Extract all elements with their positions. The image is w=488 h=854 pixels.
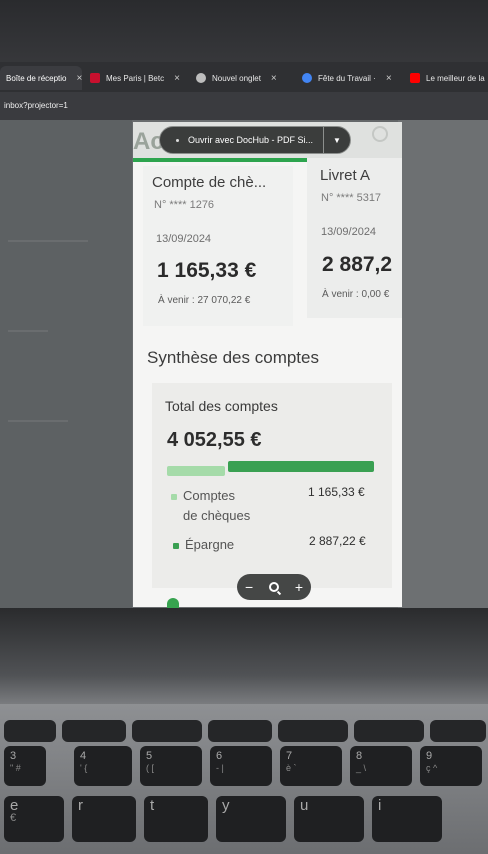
key-9[interactable]: 9 ç ^ [420, 746, 482, 786]
account-title: Compte de chè... [152, 174, 267, 191]
zoom-controls: − + [237, 574, 311, 600]
gmail-right-panel [398, 120, 488, 610]
key-top: 7 [286, 750, 293, 762]
key-top: 5 [146, 750, 153, 762]
key-top: 3 [10, 750, 17, 762]
zoom-out-button[interactable]: − [245, 579, 253, 595]
account-balance: 1 165,33 € [157, 259, 257, 282]
key-5[interactable]: 5 ( [ [140, 746, 202, 786]
brightness-up-key[interactable] [354, 720, 424, 742]
open-with-label: Ouvrir avec DocHub - PDF Si... [188, 135, 314, 145]
total-amount: 4 052,55 € [167, 429, 262, 451]
divider [8, 420, 68, 422]
account-title: Livret A [320, 167, 371, 184]
tab-label: Fête du Travail · [318, 73, 376, 83]
divider [8, 240, 88, 242]
key-bottom: _ \ [356, 763, 367, 773]
key-6[interactable]: 6 - | [210, 746, 272, 786]
legend-value: 2 887,22 € [309, 534, 366, 548]
close-icon[interactable]: × [271, 73, 277, 84]
checking-share-bar [167, 466, 225, 476]
legend-label: Épargne [185, 537, 235, 552]
key-top: 6 [216, 750, 223, 762]
divider [8, 330, 48, 332]
account-number: N° **** 5317 [321, 192, 382, 204]
chrome-icon [196, 73, 206, 83]
key-y[interactable]: y [216, 796, 286, 842]
url-text: inbox?projector=1 [4, 101, 68, 110]
overview-key[interactable] [208, 720, 272, 742]
account-date: 13/09/2024 [321, 226, 377, 238]
section-title: Synthèse des comptes [147, 348, 319, 367]
mute-key[interactable] [430, 720, 486, 742]
key-i[interactable]: i [372, 796, 442, 842]
google-icon [302, 73, 312, 83]
zoom-in-button[interactable]: + [295, 579, 303, 595]
address-bar[interactable]: inbox?projector=1 [0, 92, 488, 120]
youtube-icon [410, 73, 420, 83]
key-top: 8 [356, 750, 363, 762]
close-icon[interactable]: × [174, 73, 180, 84]
fn-key[interactable] [132, 720, 202, 742]
power-icon[interactable] [372, 126, 388, 142]
key-t[interactable]: t [144, 796, 208, 842]
key-u[interactable]: u [294, 796, 364, 842]
key-bottom: è ` [286, 763, 297, 773]
close-icon[interactable]: × [386, 73, 392, 84]
fn-key[interactable] [4, 720, 56, 742]
key-bottom: ' { [80, 763, 88, 773]
gmail-sidebar [0, 120, 132, 610]
tab-mes-paris[interactable]: Mes Paris | Betc × [84, 66, 184, 90]
laptop-bottom-bezel [0, 608, 488, 704]
brightness-down-key[interactable] [278, 720, 348, 742]
close-icon[interactable]: × [76, 73, 82, 84]
laptop-top-bezel [0, 0, 488, 70]
tab-inbox[interactable]: Boîte de réceptio × [0, 66, 82, 90]
key-bottom: ( [ [146, 763, 154, 773]
legend-line: de chèques [183, 508, 251, 523]
key-4[interactable]: 4 ' { [74, 746, 132, 786]
account-balance: 2 887,2 [322, 253, 393, 276]
key-3[interactable]: 3 " # [4, 746, 46, 786]
key-bottom: " # [10, 763, 21, 773]
key-top: 9 [426, 750, 433, 762]
legend-line: Comptes [183, 488, 236, 503]
key-8[interactable]: 8 _ \ [350, 746, 412, 786]
legend-label: Comptes de chèques [183, 486, 250, 526]
tab-label: Boîte de réceptio [6, 73, 67, 83]
account-date: 13/09/2024 [156, 233, 212, 245]
total-label: Total des comptes [165, 398, 278, 414]
legend-value: 1 165,33 € [308, 485, 365, 499]
refresh-key[interactable] [62, 720, 126, 742]
magnifier-icon[interactable] [269, 582, 279, 592]
account-upcoming: À venir : 27 070,22 € [158, 295, 251, 306]
tab-nouvel-onglet[interactable]: Nouvel onglet × [190, 66, 294, 90]
account-number: N° **** 1276 [154, 199, 215, 211]
savings-legend-dot [173, 543, 179, 549]
betclic-icon [90, 73, 100, 83]
green-fab[interactable] [167, 598, 179, 608]
key-bottom: - | [216, 763, 224, 773]
tab-label: Le meilleur de la [426, 73, 485, 83]
tab-label: Nouvel onglet [212, 73, 261, 83]
key-e[interactable]: e € [4, 796, 64, 842]
tab-label: Mes Paris | Betc [106, 73, 165, 83]
key-r[interactable]: r [72, 796, 136, 842]
chevron-down-icon[interactable]: ▼ [324, 136, 350, 145]
key-top: 4 [80, 750, 87, 762]
checking-legend-dot [171, 494, 177, 500]
dot-icon [176, 138, 179, 142]
key-7[interactable]: 7 è ` [280, 746, 342, 786]
account-upcoming: À venir : 0,00 € [322, 289, 390, 300]
open-with-dochub-button[interactable]: Ouvrir avec DocHub - PDF Si... ▼ [159, 126, 351, 154]
tab-youtube[interactable]: Le meilleur de la [404, 66, 488, 90]
tab-fete-du-travail[interactable]: Fête du Travail · × [296, 66, 400, 90]
key-bottom: ç ^ [426, 763, 438, 773]
savings-share-bar [228, 461, 374, 472]
